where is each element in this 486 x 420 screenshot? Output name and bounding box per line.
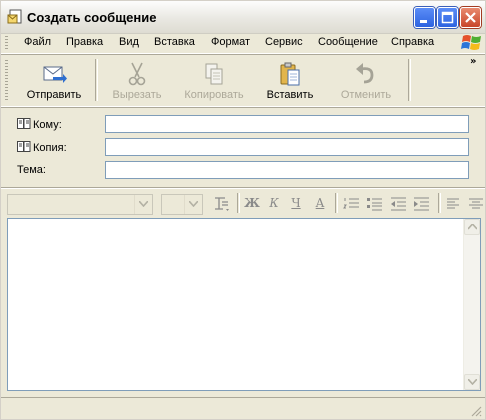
font-name-select[interactable] <box>7 194 153 215</box>
cc-label-button[interactable]: Копия: <box>17 141 67 154</box>
formatting-toolbar: Ж К Ч A <box>1 187 485 217</box>
subject-row: Тема: <box>1 160 485 182</box>
decrease-indent-icon[interactable] <box>390 196 408 212</box>
bulleted-list-icon[interactable] <box>366 196 384 212</box>
toolbar-separator <box>95 59 98 101</box>
send-button[interactable]: Отправить <box>21 57 87 105</box>
menu-message[interactable]: Сообщение <box>318 36 378 48</box>
to-row: Кому: <box>1 114 485 136</box>
subject-label: Тема: <box>17 164 46 176</box>
close-icon <box>465 12 476 23</box>
message-body[interactable] <box>7 218 481 391</box>
maximize-icon <box>441 11 454 24</box>
copy-icon <box>205 63 223 85</box>
maximize-button[interactable] <box>437 7 458 28</box>
cut-button[interactable]: Вырезать <box>105 57 169 105</box>
cc-label: Копия: <box>33 142 67 154</box>
paste-icon <box>280 62 300 86</box>
undo-label: Отменить <box>340 89 392 101</box>
bold-button[interactable]: Ж <box>243 196 261 212</box>
chevron-down-icon <box>139 201 148 207</box>
font-color-button[interactable]: A <box>311 196 329 212</box>
menu-file[interactable]: Файл <box>24 36 51 48</box>
minimize-button[interactable] <box>414 7 435 28</box>
menu-insert[interactable]: Вставка <box>154 36 195 48</box>
numbered-list-icon[interactable] <box>343 196 361 212</box>
copy-label: Копировать <box>184 89 244 101</box>
to-label-button[interactable]: Кому: <box>17 118 62 131</box>
menu-bar: Файл Правка Вид Вставка Формат Сервис Со… <box>1 33 485 54</box>
to-label: Кому: <box>33 119 62 131</box>
format-separator <box>237 193 240 213</box>
new-message-icon <box>7 9 22 24</box>
send-icon <box>43 66 67 83</box>
format-separator <box>438 193 441 213</box>
font-size-dropdown-button[interactable] <box>184 195 202 214</box>
resize-grip-icon[interactable] <box>470 405 482 417</box>
chevron-down-icon <box>468 379 477 385</box>
font-size-select[interactable] <box>161 194 203 215</box>
toolbar-separator <box>408 59 411 101</box>
send-label: Отправить <box>26 89 82 101</box>
close-button[interactable] <box>460 7 481 28</box>
undo-icon <box>356 63 374 84</box>
cc-row: Копия: <box>1 137 485 159</box>
cc-input[interactable] <box>105 138 469 156</box>
paste-button[interactable]: Вставить <box>259 57 321 105</box>
vertical-scrollbar[interactable] <box>463 219 480 390</box>
address-book-icon <box>17 118 31 129</box>
title-bar[interactable]: Создать сообщение <box>1 1 485 34</box>
menu-view[interactable]: Вид <box>119 36 139 48</box>
toolbar-overflow-chevron[interactable]: » <box>470 56 476 67</box>
chevron-down-icon <box>189 201 198 207</box>
main-toolbar: Отправить Вырезать Копировать Вставить О… <box>1 55 485 107</box>
window-title: Создать сообщение <box>27 10 157 25</box>
align-center-icon[interactable] <box>467 196 485 212</box>
copy-button[interactable]: Копировать <box>179 57 249 105</box>
cut-label: Вырезать <box>112 89 162 101</box>
paragraph-style-icon[interactable] <box>213 196 231 212</box>
align-left-icon[interactable] <box>445 196 463 212</box>
format-separator <box>335 193 338 213</box>
menu-format[interactable]: Формат <box>211 36 250 48</box>
scissors-icon <box>128 62 146 86</box>
status-bar <box>1 397 485 420</box>
scroll-down-button[interactable] <box>464 374 480 390</box>
menu-tools[interactable]: Сервис <box>265 36 303 48</box>
chevron-up-icon <box>468 224 477 230</box>
menu-grip[interactable] <box>5 36 8 50</box>
undo-button[interactable]: Отменить <box>333 57 399 105</box>
menu-edit[interactable]: Правка <box>66 36 103 48</box>
underline-button[interactable]: Ч <box>287 196 305 212</box>
font-name-dropdown-button[interactable] <box>134 195 152 214</box>
paste-label: Вставить <box>266 89 314 101</box>
increase-indent-icon[interactable] <box>413 196 431 212</box>
windows-logo-icon <box>461 35 481 50</box>
address-book-icon <box>17 141 31 152</box>
menu-help[interactable]: Справка <box>391 36 434 48</box>
compose-window: Создать сообщение Файл Правка Вид Вставк… <box>0 0 486 420</box>
subject-input[interactable] <box>105 161 469 179</box>
italic-button[interactable]: К <box>265 196 283 212</box>
toolbar-grip[interactable] <box>5 60 8 100</box>
scroll-up-button[interactable] <box>464 219 480 235</box>
to-input[interactable] <box>105 115 469 133</box>
minimize-icon <box>420 20 427 23</box>
